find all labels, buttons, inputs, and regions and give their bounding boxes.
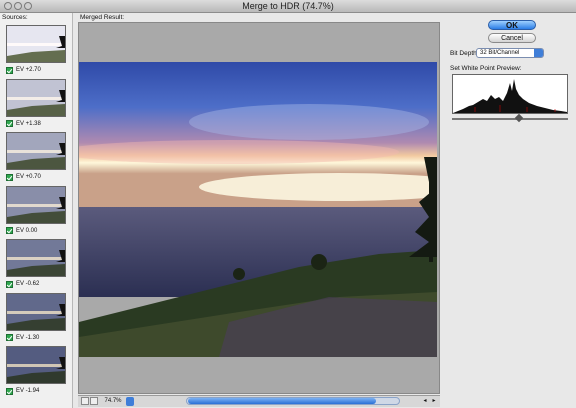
source-ev-label: EV -1.30 <box>16 334 40 341</box>
source-ev-row[interactable]: EV +1.38 <box>6 120 41 128</box>
source-ev-row[interactable]: EV +2.70 <box>6 66 41 74</box>
include-source-checkbox[interactable] <box>6 280 13 288</box>
include-source-checkbox[interactable] <box>6 334 13 341</box>
source-thumbnail[interactable] <box>6 346 66 384</box>
include-source-checkbox[interactable] <box>6 173 13 181</box>
source-ev-label: EV +0.70 <box>16 174 41 180</box>
zoom-out-button[interactable] <box>81 397 89 405</box>
scroll-left-icon[interactable]: ◂ <box>421 397 429 405</box>
preview-status-bar: 74.7% ◂ ▸ <box>78 395 440 407</box>
source-thumbnail[interactable] <box>6 292 66 331</box>
zoom-in-button[interactable] <box>90 397 98 405</box>
source-thumbnail[interactable] <box>6 25 66 63</box>
source-thumbnail[interactable] <box>6 132 66 170</box>
merged-hdr-image <box>79 62 437 357</box>
source-ev-label: EV 0.00 <box>16 227 38 234</box>
white-point-slider[interactable] <box>452 118 568 120</box>
source-ev-row[interactable]: EV +0.70 <box>6 173 41 181</box>
zoom-stepper[interactable] <box>126 397 134 406</box>
window-title: Merge to HDR (74.7%) <box>242 1 334 11</box>
source-ev-label: EV -1.94 <box>16 388 40 394</box>
bit-depth-value: 32 Bit/Channel <box>480 50 520 56</box>
bit-depth-label: Bit Depth: <box>450 50 479 57</box>
source-ev-label: EV -0.62 <box>16 281 40 287</box>
cancel-button[interactable]: Cancel <box>488 33 536 43</box>
source-thumbnail[interactable] <box>6 239 66 277</box>
source-ev-label: EV +1.38 <box>16 120 41 127</box>
chevron-down-icon <box>534 49 543 57</box>
white-point-label: Set White Point Preview: <box>450 65 522 72</box>
ok-button[interactable]: OK <box>488 20 536 30</box>
bit-depth-select[interactable]: 32 Bit/Channel <box>476 48 544 58</box>
include-source-checkbox[interactable] <box>6 66 13 74</box>
include-source-checkbox[interactable] <box>6 387 13 395</box>
source-ev-row[interactable]: EV -1.30 <box>6 334 39 342</box>
scroll-right-icon[interactable]: ▸ <box>430 397 438 405</box>
title-bar: Merge to HDR (74.7%) <box>0 0 576 13</box>
source-ev-row[interactable]: EV 0.00 <box>6 227 37 235</box>
sources-panel: Sources: EV +2.70 EV +1.38 EV +0.70 EV 0… <box>0 13 73 408</box>
source-thumbnail[interactable] <box>6 185 66 224</box>
source-thumbnail[interactable] <box>6 78 66 117</box>
histogram <box>452 74 568 114</box>
options-panel: OK Cancel Bit Depth: 32 Bit/Channel Set … <box>446 13 576 408</box>
scrollbar-thumb[interactable] <box>188 398 376 404</box>
include-source-checkbox[interactable] <box>6 120 13 127</box>
white-point-slider-thumb[interactable] <box>515 113 524 123</box>
source-ev-label: EV +2.70 <box>16 67 41 73</box>
include-source-checkbox[interactable] <box>6 227 13 234</box>
merged-result-label: Merged Result: <box>80 14 125 21</box>
sources-label: Sources: <box>2 14 28 21</box>
zoom-level[interactable]: 74.7% <box>100 397 126 406</box>
source-ev-row[interactable]: EV -0.62 <box>6 280 39 288</box>
source-ev-row[interactable]: EV -1.94 <box>6 387 39 395</box>
